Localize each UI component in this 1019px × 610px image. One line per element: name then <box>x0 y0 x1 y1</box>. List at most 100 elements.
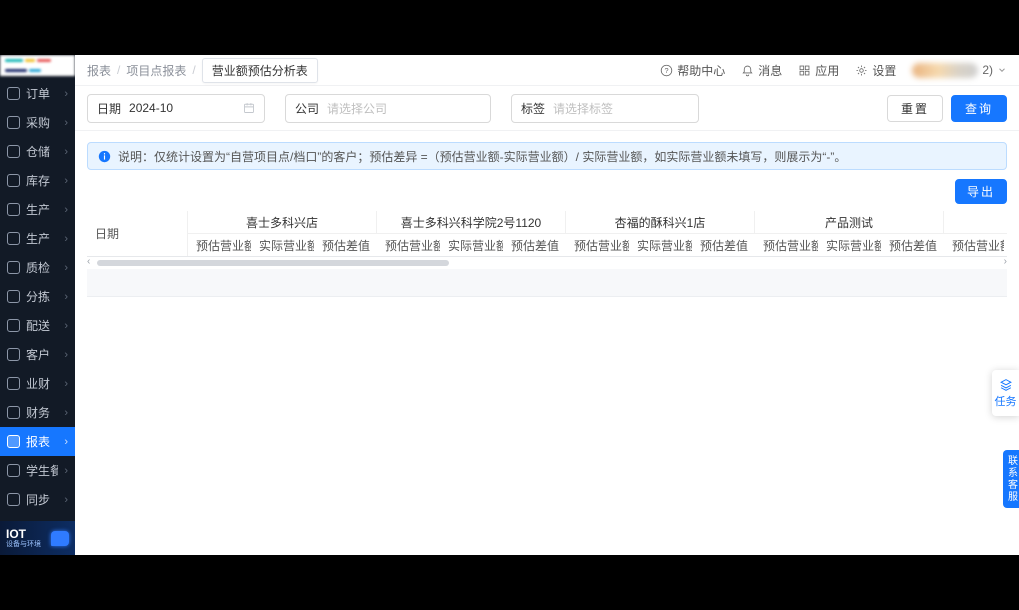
chevron-right-icon: › <box>64 145 68 158</box>
chevron-right-icon: › <box>64 493 68 506</box>
breadcrumb-item[interactable]: 项目点报表 <box>126 62 186 79</box>
sidebar-item-label: 财务 <box>26 406 51 420</box>
customer-icon <box>7 348 20 361</box>
scrollbar-thumb[interactable] <box>97 260 449 266</box>
report-icon <box>7 435 20 448</box>
company-logo <box>0 55 75 76</box>
apps-icon <box>798 64 811 77</box>
business-finance-icon <box>7 377 20 390</box>
tag-label: 标签 <box>521 101 546 116</box>
sub-header-row: 预估营业额 实际营业额 预估差值 预估营业额 实际营业额 预估差值 预估营业额 实际营业额 预估… <box>188 234 1007 256</box>
sidebar-item-学生餐[interactable]: 学生餐 › <box>0 456 75 485</box>
finance-icon <box>7 406 20 419</box>
task-layers-icon <box>999 378 1013 391</box>
sub-header: 实际营业额 <box>826 238 881 253</box>
sidebar-item-同步[interactable]: 同步 › <box>0 485 75 514</box>
sidebar-item-分拣[interactable]: 分拣 › <box>0 282 75 311</box>
date-label: 日期 <box>97 101 122 116</box>
user-name-suffix: 2) <box>982 63 993 77</box>
iot-subtitle: 设备与环境 <box>6 540 41 548</box>
iot-title: IOT <box>6 526 26 541</box>
chevron-right-icon: › <box>64 290 68 303</box>
sidebar-item-label: 业财 <box>26 377 51 391</box>
sidebar-item-业财[interactable]: 业财 › <box>0 369 75 398</box>
sidebar-item-生产[interactable]: 生产 › <box>0 224 75 253</box>
logo-bar <box>37 59 51 63</box>
page-tab[interactable]: 营业额预估分析表 <box>201 57 318 83</box>
sidebar-item-label: 学生餐 <box>26 464 59 478</box>
sub-header: 实际营业额 <box>448 238 503 253</box>
logo-bar <box>5 59 23 63</box>
action-label: 帮助中心 <box>677 63 726 78</box>
query-button[interactable]: 查询 <box>950 94 1007 122</box>
group-header-partial <box>944 211 1004 233</box>
sync-icon <box>7 493 20 506</box>
sub-header: 实际营业额 <box>637 238 692 253</box>
sidebar-item-仓储[interactable]: 仓储 › <box>0 137 75 166</box>
sub-header: 预估差值 <box>700 238 749 253</box>
sidebar-item-订单[interactable]: 订单 › <box>0 79 75 108</box>
action-帮助中心[interactable]: ? 帮助中心 <box>660 62 725 79</box>
sidebar-item-质检[interactable]: 质检 › <box>0 253 75 282</box>
sub-header: 预估差值 <box>322 238 371 253</box>
export-row: 导出 <box>75 170 1019 211</box>
group-header: 杏福的酥科兴1店 <box>566 211 755 233</box>
sidebar-item-生产[interactable]: 生产 › <box>0 195 75 224</box>
avatar <box>912 62 979 78</box>
scroll-left-icon[interactable]: ‹ <box>87 256 90 267</box>
calendar-icon <box>243 102 255 114</box>
filter-buttons: 重置 查询 <box>886 94 1007 122</box>
student-meal-icon <box>7 464 20 477</box>
date-picker[interactable]: 日期 2024-10 <box>87 93 265 123</box>
procurement-icon <box>7 116 20 129</box>
group-header-row: 喜士多科兴店 喜士多科兴科学院2号1120 杏福的酥科兴1店 产品测试 <box>188 211 1007 234</box>
sub-header: 预估差值 <box>889 238 938 253</box>
chevron-right-icon: › <box>64 435 68 448</box>
group-header: 产品测试 <box>755 211 944 233</box>
chevron-right-icon: › <box>64 377 68 390</box>
sidebar-item-财务[interactable]: 财务 › <box>0 398 75 427</box>
sidebar-item-客户[interactable]: 客户 › <box>0 340 75 369</box>
iot-banner[interactable]: IOT 设备与环境 <box>0 521 75 555</box>
analysis-table: 日期 喜士多科兴店 喜士多科兴科学院2号1120 杏福的酥科兴1店 产品测试 预估营业… <box>87 211 1007 297</box>
iot-device-icon <box>51 530 69 546</box>
sub-header: 实际营业额 <box>259 238 314 253</box>
chevron-right-icon: › <box>64 87 68 100</box>
task-fab[interactable]: 任务 <box>992 370 1019 416</box>
sub-header: 预估营业额 <box>385 238 440 253</box>
reset-button[interactable]: 重置 <box>886 94 943 122</box>
production2-icon <box>7 232 20 245</box>
action-label: 设置 <box>872 63 897 78</box>
action-应用[interactable]: 应用 <box>798 62 839 79</box>
company-select[interactable]: 公司 请选择公司 <box>285 93 491 123</box>
export-button[interactable]: 导出 <box>954 179 1007 204</box>
sidebar-item-label: 分拣 <box>26 290 51 304</box>
horizontal-scrollbar[interactable]: ‹ › <box>87 256 1007 268</box>
sidebar-item-label: 生产 <box>26 232 51 246</box>
delivery-icon <box>7 319 20 332</box>
sidebar-item-label: 质检 <box>26 261 51 275</box>
date-value: 2024-10 <box>129 101 174 115</box>
scroll-right-icon[interactable]: › <box>1004 256 1007 267</box>
tag-select[interactable]: 标签 请选择标签 <box>511 93 699 123</box>
action-消息[interactable]: 消息 <box>741 62 782 79</box>
notice-banner: 说明：仅统计设置为“自营项目点/档口”的客户；预估差异 =（预估营业额-实际营业… <box>87 142 1007 170</box>
breadcrumb-separator: / <box>117 63 121 77</box>
contact-service-fab[interactable]: 联系客服 <box>1003 450 1019 508</box>
date-column-header: 日期 <box>95 227 120 241</box>
sidebar-item-采购[interactable]: 采购 › <box>0 108 75 137</box>
action-设置[interactable]: 设置 <box>855 62 896 79</box>
iot-text: IOT 设备与环境 <box>6 526 41 549</box>
user-menu[interactable]: 2) <box>912 62 1007 78</box>
sidebar-item-配送[interactable]: 配送 › <box>0 311 75 340</box>
task-fab-label: 任务 <box>994 395 1017 408</box>
chevron-right-icon: › <box>64 319 68 332</box>
action-label: 消息 <box>758 63 783 78</box>
sidebar-item-label: 报表 <box>26 435 51 449</box>
breadcrumb-item[interactable]: 报表 <box>87 62 111 79</box>
sidebar-item-报表[interactable]: 报表 › <box>0 427 75 456</box>
sidebar-item-库存[interactable]: 库存 › <box>0 166 75 195</box>
help-icon: ? <box>660 64 673 77</box>
sub-header-partial: 预估营业额 <box>952 238 1004 253</box>
bell-icon <box>741 64 754 77</box>
